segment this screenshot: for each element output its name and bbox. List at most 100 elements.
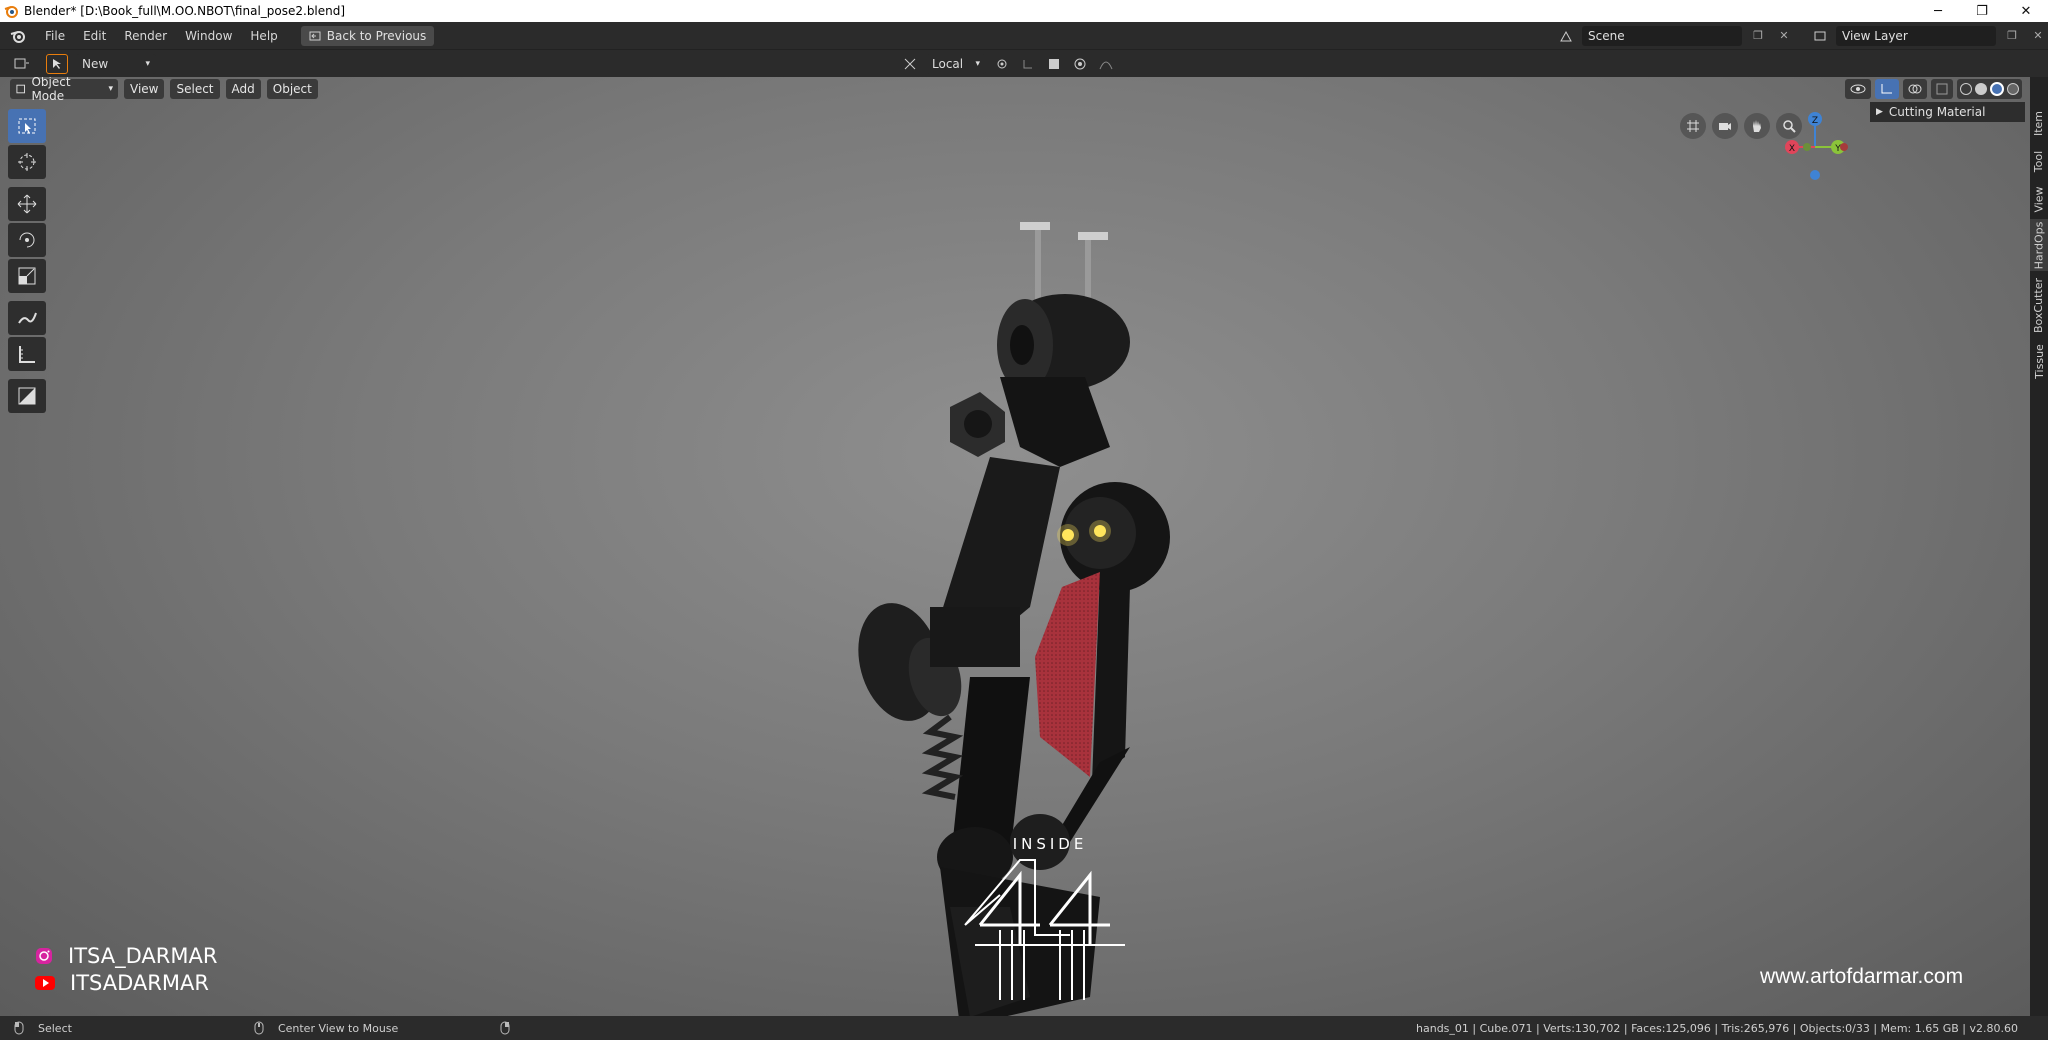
menu-file[interactable]: File [36, 25, 74, 47]
annotate-tool[interactable] [8, 301, 46, 335]
pan-view-icon[interactable] [1744, 113, 1770, 139]
scene-field[interactable]: Scene [1582, 25, 1742, 46]
watermark-44-logo [964, 859, 1125, 1000]
back-to-previous-label: Back to Previous [326, 28, 427, 43]
proportional-edit-icon[interactable] [1070, 54, 1090, 74]
social-handles: ITSA_DARMAR ITSADARMAR [34, 942, 217, 996]
tool-shelf [8, 109, 46, 415]
blender-menu-icon[interactable] [0, 28, 36, 44]
annotate-icon [18, 312, 37, 324]
cutting-material-panel-header[interactable]: ▶ Cutting Material [1870, 102, 2025, 122]
close-button[interactable]: ✕ [2004, 0, 2048, 22]
toggle-grid-icon[interactable] [1680, 113, 1706, 139]
editor-type-icon[interactable] [8, 54, 36, 74]
top-menubar: File Edit Render Window Help Back to Pre… [0, 22, 2048, 49]
chevron-down-icon: ▾ [145, 58, 150, 69]
instagram-handle: ITSA_DARMAR [68, 943, 218, 968]
transform-orientation-icon[interactable] [900, 54, 920, 74]
menu-window[interactable]: Window [176, 25, 241, 47]
snap-target-icon[interactable] [1044, 54, 1064, 74]
n-panel-tabs: Item Tool View HardOps BoxCutter Tissue [2030, 77, 2048, 1016]
tab-view[interactable]: View [2030, 181, 2048, 217]
cursor-tool[interactable] [8, 145, 46, 179]
chevron-down-icon: ▾ [108, 84, 113, 94]
orientation-gizmo[interactable]: Z Y X [1780, 107, 1850, 187]
youtube-icon [35, 975, 55, 990]
viewport-menu-view[interactable]: View [124, 79, 165, 99]
measure-tool[interactable] [8, 337, 46, 371]
solid-shading-icon[interactable] [1975, 83, 1987, 95]
mouse-left-icon [14, 1021, 24, 1035]
menu-edit[interactable]: Edit [74, 25, 115, 47]
tab-tool[interactable]: Tool [2030, 143, 2048, 179]
viewport-header: Object Mode ▾ View Select Add Object [0, 77, 2030, 103]
boxcutter-tool[interactable] [8, 379, 46, 413]
back-to-previous-button[interactable]: Back to Previous [300, 25, 435, 46]
snap-icon[interactable] [1018, 54, 1038, 74]
axis-x-label: X [1789, 144, 1795, 154]
blender-logo-icon [0, 0, 22, 22]
falloff-icon[interactable] [1096, 54, 1116, 74]
rendered-shading-icon[interactable] [2007, 83, 2019, 95]
gizmo-toggle-icon[interactable] [1875, 79, 1899, 99]
view-layer-name: View Layer [1842, 28, 1908, 43]
maximize-button[interactable]: ❐ [1960, 0, 2004, 22]
status-select-label: Select [38, 1021, 72, 1035]
boxcutter-icon [18, 387, 36, 405]
scene-selector-icon[interactable] [1556, 26, 1576, 46]
object-mode-label: Object Mode [31, 77, 71, 103]
select-tool-icon[interactable] [46, 53, 68, 74]
cutting-material-label: Cutting Material [1888, 105, 1986, 119]
new-dropdown[interactable]: New ▾ [76, 53, 156, 74]
3d-viewport[interactable]: Object Mode ▾ View Select Add Object Z Y… [0, 77, 2030, 1016]
inside-44-watermark: INSIDE [960, 835, 1140, 1015]
menu-render[interactable]: Render [115, 25, 176, 47]
view-layer-field[interactable]: View Layer [1836, 25, 1996, 46]
overlays-icon[interactable] [1903, 79, 1927, 99]
scale-icon [18, 267, 36, 285]
minimize-button[interactable]: ─ [1916, 0, 1960, 22]
youtube-handle: ITSADARMAR [70, 970, 209, 995]
viewport-menu-select[interactable]: Select [170, 79, 220, 99]
new-scene-icon[interactable]: ❐ [1748, 26, 1768, 46]
new-dropdown-label: New [82, 56, 109, 71]
status-bar: Select Center View to Mouse hands_01 | C… [0, 1016, 2048, 1040]
transform-orientation-label: Local [932, 57, 964, 71]
move-tool[interactable] [8, 187, 46, 221]
viewport-menu-object[interactable]: Object [266, 79, 318, 99]
object-mode-icon [16, 84, 26, 94]
viewport-menu-add[interactable]: Add [225, 79, 261, 99]
camera-view-icon[interactable] [1712, 113, 1738, 139]
instagram-icon [36, 947, 52, 964]
tab-item[interactable]: Item [2030, 105, 2048, 141]
transform-orientation-dropdown[interactable]: Local ▾ [926, 54, 986, 74]
visibility-icon[interactable] [1845, 79, 1871, 99]
shading-modes [1957, 79, 2022, 99]
material-shading-icon[interactable] [1990, 82, 2004, 96]
delete-view-layer-icon[interactable]: ✕ [2028, 26, 2048, 46]
object-mode-dropdown[interactable]: Object Mode ▾ [10, 77, 118, 103]
cursor-icon [18, 153, 36, 171]
tab-hardops[interactable]: HardOps [2030, 219, 2048, 271]
pivot-point-icon[interactable] [992, 54, 1012, 74]
status-center-view-label: Center View to Mouse [277, 1021, 399, 1035]
scale-tool[interactable] [8, 259, 46, 293]
menu-help[interactable]: Help [241, 25, 286, 47]
scene-name: Scene [1588, 28, 1625, 43]
delete-scene-icon[interactable]: ✕ [1774, 26, 1794, 46]
xray-icon[interactable] [1931, 79, 1953, 99]
back-icon [309, 31, 321, 40]
move-icon [17, 194, 37, 214]
view-layer-icon[interactable] [1810, 26, 1830, 46]
watermark-inside-text: INSIDE [1012, 835, 1088, 853]
tab-boxcutter[interactable]: BoxCutter [2030, 273, 2048, 337]
tool-header: New ▾ Local ▾ [0, 49, 2048, 77]
new-view-layer-icon[interactable]: ❐ [2002, 26, 2022, 46]
tab-tissue[interactable]: Tissue [2030, 339, 2048, 383]
select-box-tool[interactable] [8, 109, 46, 143]
rotate-tool[interactable] [8, 223, 46, 257]
rotate-icon [19, 232, 35, 248]
axis-y-label: Y [1834, 144, 1841, 154]
website-url: www.artofdarmar.com [1760, 965, 1964, 988]
wireframe-shading-icon[interactable] [1960, 83, 1972, 95]
